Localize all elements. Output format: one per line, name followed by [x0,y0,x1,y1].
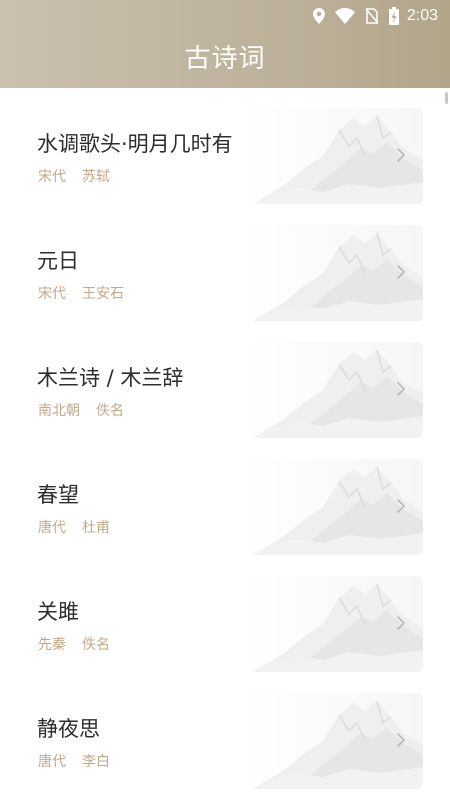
poem-author: 佚名 [96,403,124,419]
poem-meta: 唐代 李白 [38,751,110,771]
poem-card[interactable]: 元日 宋代 王安石 [19,225,423,321]
chevron-right-icon [397,616,405,630]
poem-author: 杜甫 [82,520,110,536]
poem-meta: 唐代 杜甫 [38,517,110,537]
poem-dynasty: 先秦 [38,637,66,653]
poem-author: 佚名 [82,637,110,653]
poem-card[interactable]: 木兰诗 / 木兰辞 南北朝 佚名 [19,342,423,438]
wifi-icon [334,8,355,24]
no-sim-icon [365,8,379,24]
poem-title: 水调歌头·明月几时有 [37,132,233,156]
status-bar: 2:03 [0,0,450,32]
chevron-right-icon [397,148,405,162]
poem-dynasty: 南北朝 [38,403,80,419]
poem-title: 木兰诗 / 木兰辞 [37,366,184,390]
page-title: 古诗词 [184,44,266,74]
poem-card[interactable]: 关雎 先秦 佚名 [19,576,423,672]
poem-title: 元日 [37,249,79,273]
poem-dynasty: 唐代 [38,754,66,770]
poem-dynasty: 宋代 [38,286,66,302]
poem-title: 关雎 [37,600,79,624]
location-icon [312,8,325,24]
poem-card[interactable]: 水调歌头·明月几时有 宋代 苏轼 [19,108,423,204]
poem-meta: 宋代 苏轼 [38,166,110,186]
poem-meta: 南北朝 佚名 [38,400,124,420]
battery-charging-icon [388,7,399,25]
poem-card[interactable]: 静夜思 唐代 李白 [19,693,423,789]
poem-meta: 宋代 王安石 [38,283,124,303]
chevron-right-icon [397,733,405,747]
chevron-right-icon [397,499,405,513]
poem-card[interactable]: 春望 唐代 杜甫 [19,459,423,555]
poem-dynasty: 唐代 [38,520,66,536]
poem-list[interactable]: 水调歌头·明月几时有 宋代 苏轼 元日 宋代 王安石 木兰诗 / 木兰辞 南北朝… [0,88,450,800]
poem-title: 春望 [37,483,79,507]
poem-author: 王安石 [82,286,124,302]
poem-author: 苏轼 [82,169,110,185]
poem-author: 李白 [82,754,110,770]
status-time: 2:03 [406,7,438,24]
poem-dynasty: 宋代 [38,169,66,185]
app-header: 2:03 古诗词 [0,0,450,88]
scrollbar[interactable] [445,92,448,104]
chevron-right-icon [397,265,405,279]
chevron-right-icon [397,382,405,396]
poem-title: 静夜思 [37,717,100,741]
poem-meta: 先秦 佚名 [38,634,110,654]
